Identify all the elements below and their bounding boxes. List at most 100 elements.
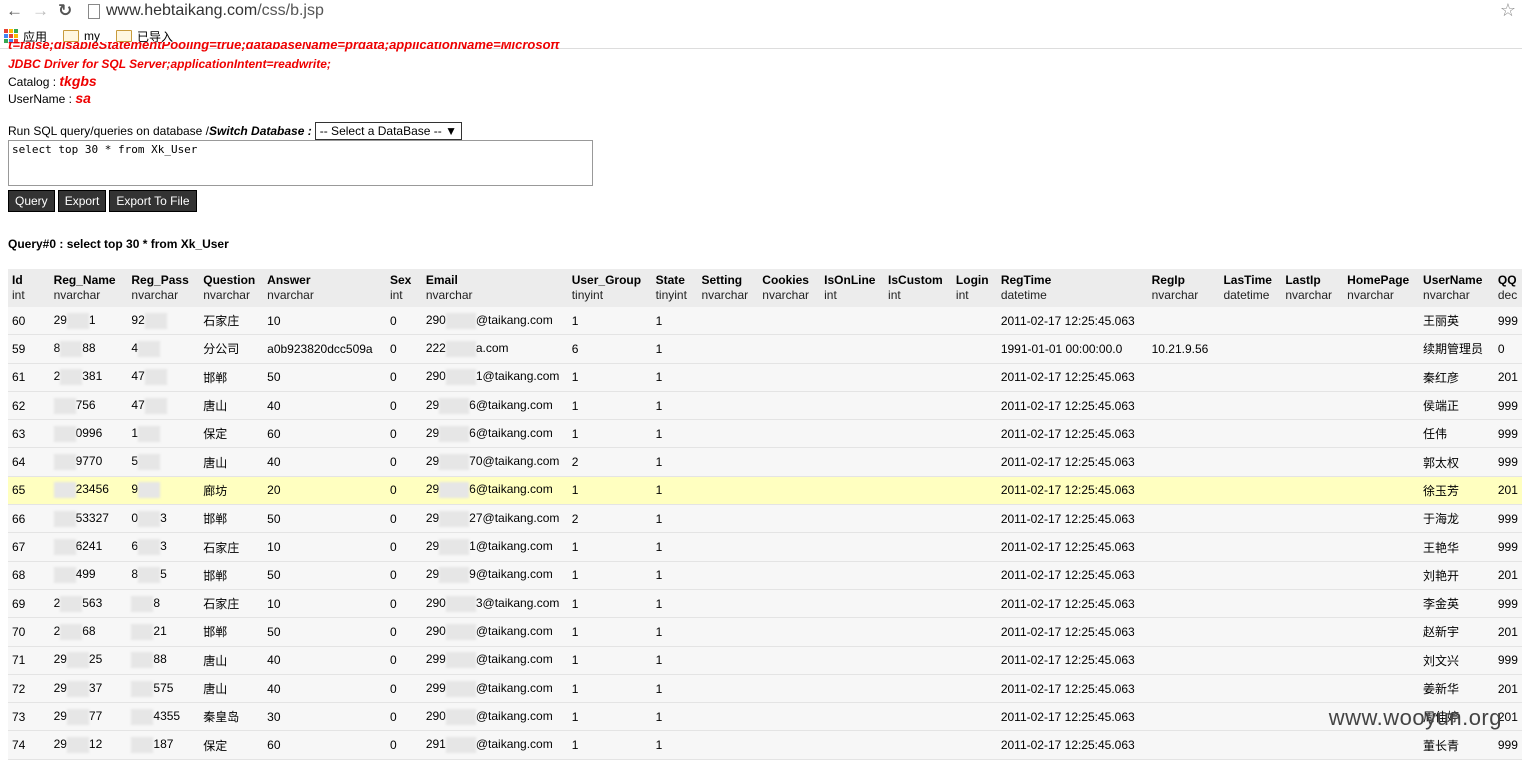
table-cell [758,334,821,364]
table-cell [697,476,759,506]
cell-text: 0 [389,624,397,639]
table-cell [1147,447,1220,477]
table-row[interactable]: 72 29 37 575 唐山 40 0 299 @taikang.com 1 1 2011-02-1… [8,674,1522,704]
table-cell: 63 [8,419,50,449]
cell-text: 0 [1497,341,1505,356]
cell-text: 1 [571,596,579,611]
table-row[interactable]: 67 6241 6 3 石家庄 10 0 29 1@taikang.com 1 1 2011-02-1… [8,532,1522,562]
table-cell [697,419,759,449]
table-row[interactable]: 66 53327 0 3 邯郸 50 0 29 27@taikang.com 2 1 2011-02-… [8,504,1522,534]
sql-query-textarea[interactable]: select top 30 * from Xk_User [8,140,593,186]
table-cell [758,447,821,477]
table-cell: 47 [127,363,200,392]
table-row[interactable]: 65 23456 9 廊坊 20 0 29 6@taikang.com 1 1 2011-02-17… [8,476,1522,506]
cell-text: 222 [425,341,446,356]
cell-text: 290 [425,312,446,327]
table-cell [951,532,997,562]
cell-text: 10 [267,596,281,611]
forward-arrow-icon[interactable]: → [32,1,49,21]
table-row[interactable]: 60 29 1 92 石家庄 10 0 290 @taikang.com 1 1 2011-02-17… [8,307,1522,336]
cell-text: 88 [82,341,96,356]
table-cell: 石家庄 [199,307,264,336]
cell-text: 47 [131,369,145,384]
table-cell [1281,391,1344,421]
bookmark-my[interactable]: my [63,29,100,43]
cell-text: 8 [131,567,139,582]
cell-text: 63 [12,426,26,441]
cell-text: 2011-02-17 12:25:45.063 [1000,738,1135,753]
table-cell: 10 [263,307,386,336]
table-cell: 0 [385,617,422,647]
table-cell [758,504,821,534]
table-cell [697,334,759,364]
table-cell [1343,307,1420,336]
table-row[interactable]: 63 0996 1 保定 60 0 29 6@taikang.com 1 1 2011-02-17 … [8,419,1522,449]
table-cell: 任伟 [1419,419,1494,449]
table-cell: 王艳华 [1419,532,1494,562]
cell-text: 290 [425,708,446,723]
reload-icon[interactable]: ↻ [58,1,72,21]
table-cell [820,561,885,590]
table-cell: 9770 [49,447,128,477]
table-cell [1281,363,1344,392]
table-row[interactable]: 62 756 47 唐山 40 0 29 6@taikang.com 1 1 2011-02-17 … [8,391,1522,421]
table-cell [1343,419,1420,449]
column-type: int [12,288,25,302]
table-cell: 299 @taikang.com [421,646,568,675]
table-cell: 1 [567,419,652,449]
table-row[interactable]: 64 9770 5 唐山 40 0 29 70@taikang.com 2 1 2011-02-17… [8,447,1522,477]
export-to-file-button[interactable]: Export To File [109,190,197,212]
cell-text: 2011-02-17 12:25:45.063 [1000,653,1135,668]
table-cell: 2011-02-17 12:25:45.063 [996,589,1148,619]
table-row[interactable]: 68 499 8 5 邯郸 50 0 29 9@taikang.com 1 1 2011-02-17 … [8,561,1522,590]
cell-text: 1@taikang.com [469,539,553,554]
database-select[interactable]: -- Select a DataBase -- ▼ [314,122,462,140]
table-cell: 于海龙 [1419,504,1494,534]
table-cell [820,674,885,704]
table-cell [758,561,821,590]
table-cell [1281,419,1344,449]
export-button[interactable]: Export [57,190,107,212]
back-arrow-icon[interactable]: ← [6,1,23,21]
table-cell: 70 [8,617,50,647]
cell-text: 2011-02-17 12:25:45.063 [1000,681,1135,696]
table-cell [1343,589,1420,619]
column-header: RegTime datetime [996,269,1148,307]
cell-text: 2011-02-17 12:25:45.063 [1000,624,1135,639]
cell-text: 4355 [153,708,181,723]
cell-text: 1 [655,540,663,555]
cell-text: 290 [425,624,446,639]
table-cell [820,334,885,364]
cell-text: 1 [571,313,579,328]
table-cell: 999 [1493,646,1522,675]
cell-text: 290 [425,595,446,610]
table-row[interactable]: 61 2 381 47 邯郸 50 0 290 1@taikang.com 1 1 2011-02-1… [8,363,1522,392]
query-button[interactable]: Query [8,190,55,212]
table-cell: 71 [8,646,50,675]
table-cell [1219,730,1282,760]
cell-text: 29 [53,652,67,667]
cell-text: 1 [655,709,663,724]
table-cell: 2011-02-17 12:25:45.063 [996,419,1148,449]
table-row[interactable]: 74 29 12 187 保定 60 0 291 @taikang.com 1 1 2011-02-1… [8,730,1522,760]
cell-text: 侯端正 [1423,399,1460,414]
table-row[interactable]: 59 8 88 4 分公司 a0b923820dcc509a 0 222 a.com 6 1 1991… [8,334,1522,364]
table-cell: 王丽英 [1419,307,1494,336]
table-row[interactable]: 73 29 77 4355 秦皇岛 30 0 290 @taikang.com 1 1 2011-02… [8,702,1522,732]
cell-text: 29 [53,312,67,327]
table-row[interactable]: 70 2 68 21 邯郸 50 0 290 @taikang.com 1 1 2011-02-17 … [8,617,1522,647]
mosaic-mask [53,397,76,414]
table-row[interactable]: 71 29 25 88 唐山 40 0 299 @taikang.com 1 1 2011-02-17… [8,646,1522,675]
column-type: int [389,288,403,302]
cell-text: 29 [53,737,67,752]
action-buttons: Query Export Export To File [8,190,197,212]
mosaic-mask [131,623,154,640]
table-cell [951,730,997,760]
cell-text: 1 [571,681,579,696]
table-cell: 65 [8,476,50,506]
address-bar[interactable]: www.hebtaikang.com/css/b.jsp [88,0,1488,22]
bookmark-star-icon[interactable]: ☆ [1500,0,1516,21]
cell-text: 续期管理员 [1423,342,1484,357]
table-row[interactable]: 69 2 563 8 石家庄 10 0 290 3@taikang.com 1 1 2011-02-1… [8,589,1522,619]
sql-run-row: Run SQL query/queries on database / Swit… [8,122,462,140]
